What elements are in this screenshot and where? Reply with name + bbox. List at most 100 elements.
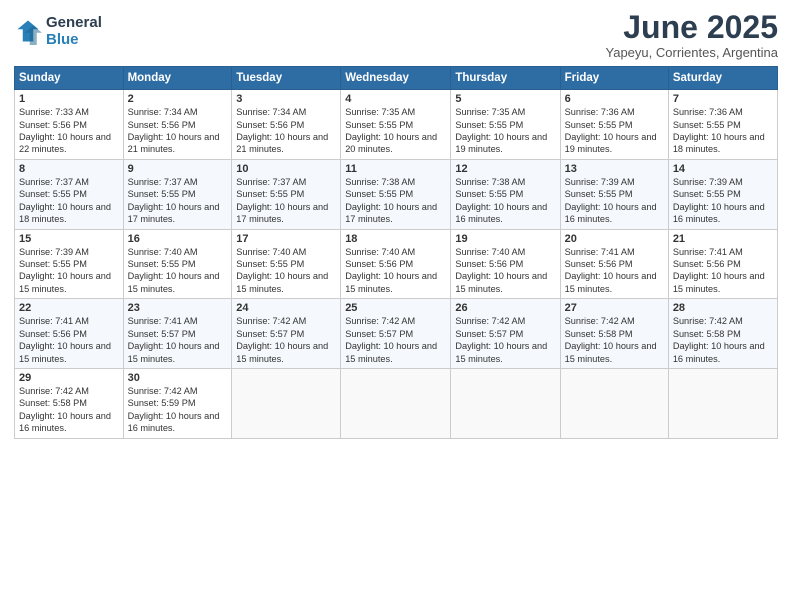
day-number: 27 — [565, 302, 664, 314]
cell-content: Sunrise: 7:39 AMSunset: 5:55 PMDaylight:… — [19, 247, 111, 294]
table-row: 20 Sunrise: 7:41 AMSunset: 5:56 PMDaylig… — [560, 229, 668, 299]
table-row: 3 Sunrise: 7:34 AMSunset: 5:56 PMDayligh… — [232, 90, 341, 160]
logo-general-text: General — [46, 14, 102, 31]
cell-content: Sunrise: 7:40 AMSunset: 5:55 PMDaylight:… — [236, 247, 328, 294]
col-sunday: Sunday — [15, 67, 124, 90]
cell-content: Sunrise: 7:42 AMSunset: 5:57 PMDaylight:… — [236, 316, 328, 363]
table-row: 7 Sunrise: 7:36 AMSunset: 5:55 PMDayligh… — [668, 90, 777, 160]
header: General Blue June 2025 Yapeyu, Corriente… — [14, 10, 778, 60]
cell-content: Sunrise: 7:33 AMSunset: 5:56 PMDaylight:… — [19, 107, 111, 154]
day-number: 13 — [565, 163, 664, 175]
day-number: 8 — [19, 163, 119, 175]
day-number: 21 — [673, 233, 773, 245]
empty-cell — [451, 368, 560, 438]
day-number: 26 — [455, 302, 555, 314]
table-row: 9 Sunrise: 7:37 AMSunset: 5:55 PMDayligh… — [123, 159, 232, 229]
cell-content: Sunrise: 7:40 AMSunset: 5:55 PMDaylight:… — [128, 247, 220, 294]
table-row: 28 Sunrise: 7:42 AMSunset: 5:58 PMDaylig… — [668, 299, 777, 369]
cell-content: Sunrise: 7:38 AMSunset: 5:55 PMDaylight:… — [345, 177, 437, 224]
table-row: 10 Sunrise: 7:37 AMSunset: 5:55 PMDaylig… — [232, 159, 341, 229]
table-row: 17 Sunrise: 7:40 AMSunset: 5:55 PMDaylig… — [232, 229, 341, 299]
calendar-week-row: 15 Sunrise: 7:39 AMSunset: 5:55 PMDaylig… — [15, 229, 778, 299]
cell-content: Sunrise: 7:36 AMSunset: 5:55 PMDaylight:… — [673, 107, 765, 154]
cell-content: Sunrise: 7:41 AMSunset: 5:56 PMDaylight:… — [673, 247, 765, 294]
day-number: 3 — [236, 93, 336, 105]
title-block: June 2025 Yapeyu, Corrientes, Argentina — [606, 10, 778, 60]
cell-content: Sunrise: 7:40 AMSunset: 5:56 PMDaylight:… — [345, 247, 437, 294]
day-number: 11 — [345, 163, 446, 175]
table-row: 25 Sunrise: 7:42 AMSunset: 5:57 PMDaylig… — [341, 299, 451, 369]
day-number: 20 — [565, 233, 664, 245]
calendar-week-row: 22 Sunrise: 7:41 AMSunset: 5:56 PMDaylig… — [15, 299, 778, 369]
table-row: 8 Sunrise: 7:37 AMSunset: 5:55 PMDayligh… — [15, 159, 124, 229]
table-row: 4 Sunrise: 7:35 AMSunset: 5:55 PMDayligh… — [341, 90, 451, 160]
cell-content: Sunrise: 7:38 AMSunset: 5:55 PMDaylight:… — [455, 177, 547, 224]
day-number: 1 — [19, 93, 119, 105]
col-monday: Monday — [123, 67, 232, 90]
table-row: 1 Sunrise: 7:33 AMSunset: 5:56 PMDayligh… — [15, 90, 124, 160]
cell-content: Sunrise: 7:35 AMSunset: 5:55 PMDaylight:… — [345, 107, 437, 154]
cell-content: Sunrise: 7:42 AMSunset: 5:59 PMDaylight:… — [128, 386, 220, 433]
cell-content: Sunrise: 7:37 AMSunset: 5:55 PMDaylight:… — [128, 177, 220, 224]
table-row: 15 Sunrise: 7:39 AMSunset: 5:55 PMDaylig… — [15, 229, 124, 299]
day-number: 30 — [128, 372, 228, 384]
month-title: June 2025 — [606, 10, 778, 45]
cell-content: Sunrise: 7:42 AMSunset: 5:57 PMDaylight:… — [455, 316, 547, 363]
calendar-week-row: 8 Sunrise: 7:37 AMSunset: 5:55 PMDayligh… — [15, 159, 778, 229]
empty-cell — [232, 368, 341, 438]
col-tuesday: Tuesday — [232, 67, 341, 90]
col-wednesday: Wednesday — [341, 67, 451, 90]
table-row: 30 Sunrise: 7:42 AMSunset: 5:59 PMDaylig… — [123, 368, 232, 438]
table-row: 12 Sunrise: 7:38 AMSunset: 5:55 PMDaylig… — [451, 159, 560, 229]
empty-cell — [560, 368, 668, 438]
calendar-header-row: Sunday Monday Tuesday Wednesday Thursday… — [15, 67, 778, 90]
day-number: 19 — [455, 233, 555, 245]
cell-content: Sunrise: 7:39 AMSunset: 5:55 PMDaylight:… — [565, 177, 657, 224]
cell-content: Sunrise: 7:36 AMSunset: 5:55 PMDaylight:… — [565, 107, 657, 154]
table-row: 6 Sunrise: 7:36 AMSunset: 5:55 PMDayligh… — [560, 90, 668, 160]
table-row: 27 Sunrise: 7:42 AMSunset: 5:58 PMDaylig… — [560, 299, 668, 369]
table-row: 14 Sunrise: 7:39 AMSunset: 5:55 PMDaylig… — [668, 159, 777, 229]
cell-content: Sunrise: 7:41 AMSunset: 5:56 PMDaylight:… — [19, 316, 111, 363]
table-row: 18 Sunrise: 7:40 AMSunset: 5:56 PMDaylig… — [341, 229, 451, 299]
table-row: 29 Sunrise: 7:42 AMSunset: 5:58 PMDaylig… — [15, 368, 124, 438]
day-number: 29 — [19, 372, 119, 384]
col-friday: Friday — [560, 67, 668, 90]
table-row: 21 Sunrise: 7:41 AMSunset: 5:56 PMDaylig… — [668, 229, 777, 299]
cell-content: Sunrise: 7:39 AMSunset: 5:55 PMDaylight:… — [673, 177, 765, 224]
day-number: 16 — [128, 233, 228, 245]
cell-content: Sunrise: 7:35 AMSunset: 5:55 PMDaylight:… — [455, 107, 547, 154]
subtitle: Yapeyu, Corrientes, Argentina — [606, 45, 778, 60]
table-row: 26 Sunrise: 7:42 AMSunset: 5:57 PMDaylig… — [451, 299, 560, 369]
day-number: 2 — [128, 93, 228, 105]
logo-icon — [14, 17, 42, 45]
day-number: 22 — [19, 302, 119, 314]
page: General Blue June 2025 Yapeyu, Corriente… — [0, 0, 792, 612]
cell-content: Sunrise: 7:42 AMSunset: 5:58 PMDaylight:… — [565, 316, 657, 363]
day-number: 14 — [673, 163, 773, 175]
table-row: 11 Sunrise: 7:38 AMSunset: 5:55 PMDaylig… — [341, 159, 451, 229]
calendar-body: 1 Sunrise: 7:33 AMSunset: 5:56 PMDayligh… — [15, 90, 778, 438]
day-number: 17 — [236, 233, 336, 245]
calendar-week-row: 1 Sunrise: 7:33 AMSunset: 5:56 PMDayligh… — [15, 90, 778, 160]
day-number: 9 — [128, 163, 228, 175]
table-row: 13 Sunrise: 7:39 AMSunset: 5:55 PMDaylig… — [560, 159, 668, 229]
day-number: 6 — [565, 93, 664, 105]
day-number: 25 — [345, 302, 446, 314]
cell-content: Sunrise: 7:34 AMSunset: 5:56 PMDaylight:… — [128, 107, 220, 154]
cell-content: Sunrise: 7:42 AMSunset: 5:58 PMDaylight:… — [19, 386, 111, 433]
table-row: 24 Sunrise: 7:42 AMSunset: 5:57 PMDaylig… — [232, 299, 341, 369]
day-number: 10 — [236, 163, 336, 175]
cell-content: Sunrise: 7:37 AMSunset: 5:55 PMDaylight:… — [236, 177, 328, 224]
table-row: 19 Sunrise: 7:40 AMSunset: 5:56 PMDaylig… — [451, 229, 560, 299]
logo-blue-text: Blue — [46, 31, 102, 48]
day-number: 24 — [236, 302, 336, 314]
day-number: 15 — [19, 233, 119, 245]
calendar-table: Sunday Monday Tuesday Wednesday Thursday… — [14, 66, 778, 438]
logo-text: General Blue — [46, 14, 102, 48]
col-thursday: Thursday — [451, 67, 560, 90]
day-number: 5 — [455, 93, 555, 105]
empty-cell — [341, 368, 451, 438]
day-number: 28 — [673, 302, 773, 314]
table-row: 2 Sunrise: 7:34 AMSunset: 5:56 PMDayligh… — [123, 90, 232, 160]
